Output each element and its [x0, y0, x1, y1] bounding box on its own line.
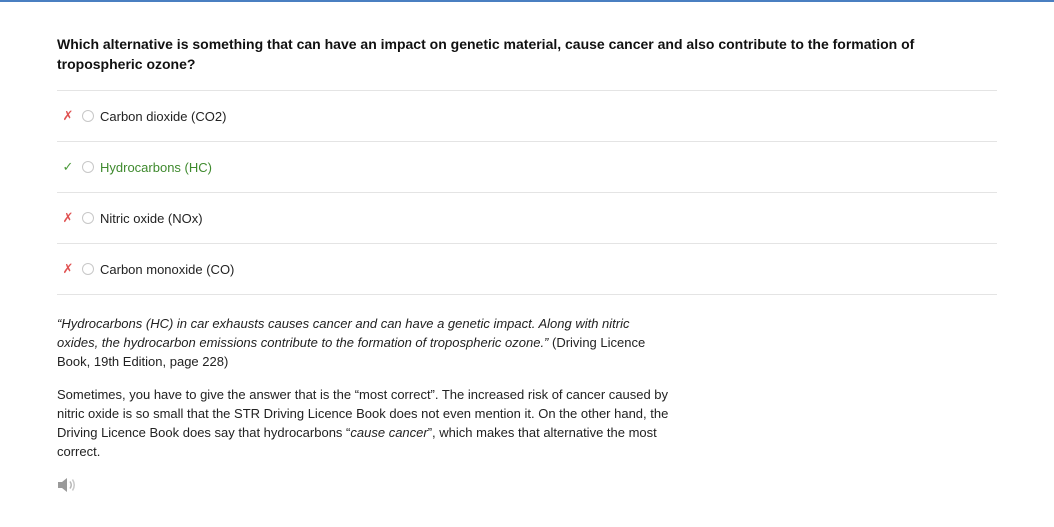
- paragraph-emphasis: cause cancer: [350, 425, 428, 440]
- option-label: Nitric oxide (NOx): [100, 210, 203, 226]
- incorrect-mark-icon: ✗: [62, 108, 74, 123]
- question-text: Which alternative is something that can …: [57, 36, 915, 72]
- explanation-quote: “Hydrocarbons (HC) in car exhausts cause…: [57, 314, 667, 371]
- quote-text: “Hydrocarbons (HC) in car exhausts cause…: [57, 316, 630, 350]
- top-border: [0, 0, 1054, 2]
- radio-button[interactable]: [82, 263, 94, 275]
- speaker-icon[interactable]: [57, 477, 77, 493]
- incorrect-mark-icon: ✗: [62, 210, 74, 225]
- option-label: Carbon dioxide (CO2): [100, 108, 227, 124]
- explanation-paragraph: Sometimes, you have to give the answer t…: [57, 385, 672, 461]
- option-nitric-oxide[interactable]: ✗ Nitric oxide (NOx): [57, 193, 997, 244]
- option-carbon-monoxide[interactable]: ✗ Carbon monoxide (CO): [57, 244, 997, 295]
- radio-button[interactable]: [82, 212, 94, 224]
- correct-mark-icon: ✓: [62, 159, 74, 174]
- option-hydrocarbons[interactable]: ✓ Hydrocarbons (HC): [57, 142, 997, 193]
- radio-button[interactable]: [82, 161, 94, 173]
- question-panel: Which alternative is something that can …: [57, 34, 997, 493]
- incorrect-mark-icon: ✗: [62, 261, 74, 276]
- option-label: Hydrocarbons (HC): [100, 159, 212, 175]
- radio-button[interactable]: [82, 110, 94, 122]
- option-carbon-dioxide[interactable]: ✗ Carbon dioxide (CO2): [57, 91, 997, 142]
- option-label: Carbon monoxide (CO): [100, 261, 235, 277]
- answer-options: ✗ Carbon dioxide (CO2) ✓ Hydrocarbons (H…: [57, 90, 997, 295]
